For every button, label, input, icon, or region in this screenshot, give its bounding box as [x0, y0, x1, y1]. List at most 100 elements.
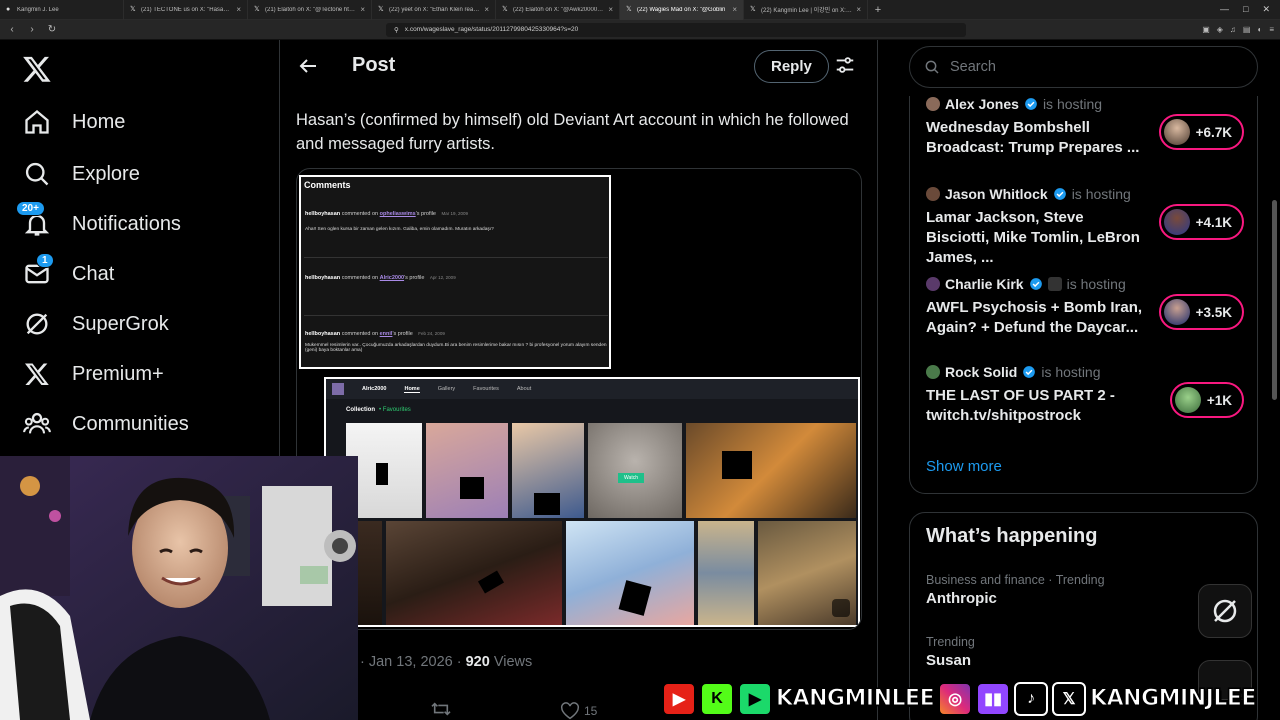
new-tab-button[interactable]: +	[868, 4, 888, 16]
streamer-handle: KANGMINJLEE	[1090, 686, 1257, 712]
is-hosting-label: is hosting	[1041, 364, 1101, 380]
browser-tab[interactable]: 𝕏 (21) Elaitoh on X: "@Tectone https://×	[248, 0, 372, 20]
url-field[interactable]: ⚲ x.com/wageslave_rage/status/2011279980…	[386, 22, 966, 37]
image-edit-icon[interactable]	[832, 599, 850, 617]
extension-icon[interactable]: ▤	[1243, 25, 1251, 34]
extension-icon[interactable]: ♫	[1230, 25, 1236, 34]
streamer-webcam-image	[0, 456, 358, 720]
close-icon[interactable]: ×	[732, 5, 737, 14]
page-scrollbar[interactable]	[1272, 200, 1277, 400]
trend-category: Business and finance · Trending	[926, 573, 1105, 587]
x-logo-icon[interactable]	[22, 54, 52, 84]
divider	[304, 257, 608, 258]
sidebar-item-communities[interactable]: Communities	[22, 404, 189, 444]
trend-item[interactable]: Business and finance · Trending Anthropi…	[926, 573, 1105, 607]
gallery-thumbnail-locked: Watch	[588, 423, 682, 518]
is-hosting-label: is hosting	[1066, 276, 1126, 292]
close-icon[interactable]: ×	[360, 5, 365, 14]
affiliate-badge-icon	[1047, 277, 1062, 291]
comment-action: commented on	[341, 331, 379, 337]
sliders-icon[interactable]	[834, 54, 856, 76]
browser-tab[interactable]: ● Kangmin J. Lee	[0, 0, 124, 20]
is-hosting-label: is hosting	[1071, 186, 1131, 202]
browser-tab[interactable]: 𝕏 (22) Kangmin Lee | 이강민 on X: "It's ×	[744, 0, 868, 20]
close-icon[interactable]: ×	[484, 5, 489, 14]
sidebar-item-notifications[interactable]: 20+ Notifications	[16, 201, 181, 244]
post-media[interactable]: Comments hellboyhasan commented on ophel…	[296, 168, 862, 630]
live-space-item[interactable]: Charlie Kirk is hosting AWFL Psychosis +…	[926, 276, 1246, 354]
close-icon[interactable]: ×	[856, 5, 861, 14]
sidebar-item-home[interactable]: Home	[22, 102, 125, 142]
host-name: Jason Whitlock	[945, 186, 1048, 202]
post-date[interactable]: Jan 13, 2026	[369, 654, 453, 670]
reload-icon[interactable]: ↻	[46, 24, 58, 35]
trend-name: Anthropic	[926, 590, 997, 607]
notification-badge: 20+	[16, 201, 45, 216]
space-title: Wednesday Bombshell Broadcast: Trump Pre…	[926, 119, 1140, 156]
repost-icon[interactable]	[430, 700, 452, 720]
search-input[interactable]: Search	[909, 46, 1258, 88]
close-window-icon[interactable]: ✕	[1262, 4, 1270, 15]
sidebar-item-premium[interactable]: Premium+	[22, 354, 164, 394]
censor-bar	[460, 477, 484, 499]
close-icon[interactable]: ×	[236, 5, 241, 14]
live-space-item[interactable]: Alex Jones is hosting Wednesday Bombshel…	[926, 96, 1246, 174]
play-icon: ▶	[738, 681, 772, 716]
sidebar-item-chat[interactable]: 1 Chat	[22, 253, 114, 294]
chat-badge: 1	[36, 253, 54, 268]
browser-tab-active[interactable]: 𝕏 (22) Wagies Mad on X: "@Goblin ×	[620, 0, 744, 20]
close-icon[interactable]: ×	[608, 5, 613, 14]
browser-tab[interactable]: 𝕏 (22) yeet on X: "Ethan Klein reacts to ×	[372, 0, 496, 20]
gallery-screenshot[interactable]: Alric2000 Home Gallery Favourites About …	[324, 377, 860, 627]
back-icon[interactable]: ‹	[6, 24, 18, 35]
grok-button[interactable]	[1198, 584, 1252, 638]
like-button[interactable]: 15	[560, 701, 597, 720]
gallery-thumbnail	[686, 423, 856, 518]
avatar	[926, 187, 940, 201]
sidebar-item-supergrok[interactable]: SuperGrok	[22, 304, 169, 344]
extension-icon[interactable]: ▣	[1202, 25, 1210, 34]
forward-icon[interactable]: ›	[26, 24, 38, 35]
minimize-icon[interactable]: —	[1220, 4, 1229, 15]
gallery-tab-home: Home	[404, 385, 420, 393]
listener-pill[interactable]: +4.1K	[1158, 204, 1244, 240]
home-icon	[22, 107, 52, 137]
trend-item[interactable]: Trending Susan	[926, 635, 975, 669]
maximize-icon[interactable]: □	[1243, 4, 1248, 15]
reply-button[interactable]: Reply	[754, 50, 829, 83]
search-placeholder: Search	[950, 59, 996, 75]
browser-tab[interactable]: 𝕏(22) Elaitoh on X: "@Awk20000 CLICK×	[496, 0, 620, 20]
listener-pill[interactable]: +3.5K	[1158, 294, 1244, 330]
show-more-link[interactable]: Show more	[926, 458, 1002, 475]
comment-action: commented on	[341, 275, 379, 281]
x-favicon-icon: 𝕏	[502, 6, 508, 13]
sidebar-item-label: SuperGrok	[72, 312, 169, 335]
back-arrow-icon[interactable]	[296, 54, 320, 78]
sidebar-item-explore[interactable]: Explore	[22, 154, 140, 194]
profile-icon: ●	[6, 6, 11, 13]
views-label: Views	[493, 654, 533, 670]
live-space-item[interactable]: Jason Whitlock is hosting Lamar Jackson,…	[926, 186, 1246, 266]
avatar	[1163, 119, 1190, 145]
bookmark-icon[interactable]: ⚲	[394, 26, 399, 34]
streamer-handle: KANGMINLEE	[775, 686, 935, 712]
extension-icon[interactable]: ◐	[1257, 25, 1262, 34]
listener-pill[interactable]: +1K	[1169, 382, 1244, 418]
x-icon	[22, 359, 52, 389]
verified-badge-icon	[1029, 278, 1042, 290]
listener-pill[interactable]: +6.7K	[1158, 114, 1244, 150]
menu-icon[interactable]: ≡	[1269, 25, 1274, 34]
comments-screenshot[interactable]: Comments hellboyhasan commented on ophel…	[299, 175, 611, 369]
live-space-item[interactable]: Rock Solid is hosting THE LAST OF US PAR…	[926, 364, 1246, 442]
browser-tab[interactable]: 𝕏(21) TECTONE us on X: "Hasan shocki×	[124, 0, 248, 20]
avatar	[926, 277, 940, 291]
live-spaces-panel: Alex Jones is hosting Wednesday Bombshel…	[909, 96, 1258, 494]
trend-name: Susan	[926, 652, 972, 669]
listener-count: +3.5K	[1195, 304, 1232, 320]
page-title: Post	[352, 54, 396, 76]
heart-icon	[561, 701, 579, 719]
extension-icons: ▣ ◈ ♫ ▤ ◐ ≡	[1202, 25, 1274, 34]
extension-icon[interactable]: ◈	[1217, 25, 1223, 34]
browser-address-bar: ‹ › ↻ ⚲ x.com/wageslave_rage/status/2011…	[0, 20, 1280, 40]
host-name: Alex Jones	[945, 96, 1019, 112]
